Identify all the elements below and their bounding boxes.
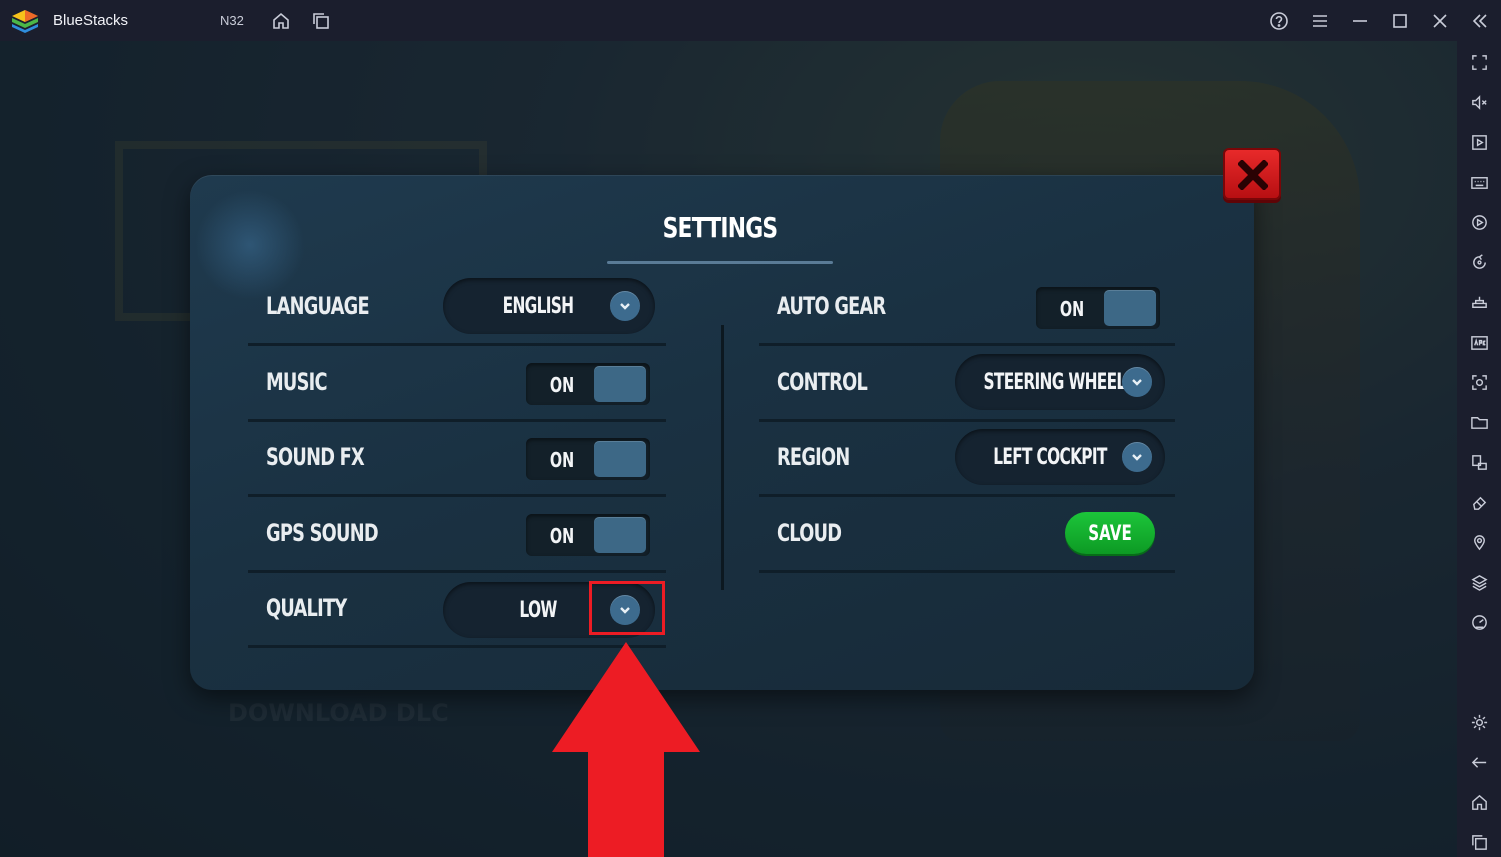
keyboard-icon[interactable] bbox=[1468, 171, 1490, 193]
speed-icon[interactable] bbox=[1468, 611, 1490, 633]
volume-mute-icon[interactable] bbox=[1468, 91, 1490, 113]
auto-gear-toggle[interactable]: ON bbox=[1036, 287, 1160, 329]
settings-row-sound-fx: SOUND FX ON bbox=[248, 421, 666, 497]
control-value: STEERING WHEEL bbox=[983, 370, 1127, 395]
save-button-label: SAVE bbox=[1088, 521, 1132, 545]
settings-row-language: LANGUAGE ENGLISH bbox=[248, 270, 666, 346]
macro-icon[interactable] bbox=[1468, 211, 1490, 233]
collapse-sidebar-icon[interactable] bbox=[1469, 10, 1491, 32]
chevron-down-icon[interactable] bbox=[1122, 442, 1152, 472]
settings-close-button[interactable] bbox=[1223, 148, 1281, 200]
column-divider bbox=[721, 325, 724, 590]
location-icon[interactable] bbox=[1468, 531, 1490, 553]
toggle-knob bbox=[594, 366, 646, 402]
multi-instance-icon[interactable] bbox=[310, 10, 332, 32]
settings-row-music: MUSIC ON bbox=[248, 346, 666, 422]
annotation-arrow-icon bbox=[552, 642, 700, 857]
sound-fx-toggle-state: ON bbox=[549, 448, 575, 472]
settings-row-control: CONTROL STEERING WHEEL bbox=[759, 346, 1175, 422]
region-label: REGION bbox=[777, 443, 850, 471]
apk-icon[interactable] bbox=[1468, 331, 1490, 353]
folder-icon[interactable] bbox=[1468, 411, 1490, 433]
settings-row-auto-gear: AUTO GEAR ON bbox=[759, 270, 1175, 346]
cloud-label: CLOUD bbox=[777, 519, 842, 547]
control-dropdown[interactable]: STEERING WHEEL bbox=[955, 354, 1165, 410]
language-label: LANGUAGE bbox=[266, 292, 370, 320]
toggle-knob bbox=[594, 517, 646, 553]
settings-row-cloud: CLOUD SAVE bbox=[759, 497, 1175, 573]
settings-icon[interactable] bbox=[1468, 711, 1490, 733]
music-toggle-state: ON bbox=[549, 373, 575, 397]
help-icon[interactable] bbox=[1268, 10, 1290, 32]
close-icon[interactable] bbox=[1429, 10, 1451, 32]
settings-row-gps-sound: GPS SOUND ON bbox=[248, 497, 666, 573]
gps-sound-label: GPS SOUND bbox=[266, 519, 379, 547]
settings-title: SETTINGS bbox=[662, 211, 779, 244]
quality-value: LOW bbox=[519, 598, 557, 623]
chevron-down-icon[interactable] bbox=[1122, 367, 1152, 397]
music-toggle[interactable]: ON bbox=[526, 363, 650, 405]
music-label: MUSIC bbox=[266, 368, 328, 396]
toggle-knob bbox=[594, 441, 646, 477]
minimize-icon[interactable] bbox=[1349, 10, 1371, 32]
row-divider bbox=[759, 570, 1175, 573]
back-icon[interactable] bbox=[1468, 751, 1490, 773]
gamepad-icon[interactable] bbox=[1468, 291, 1490, 313]
rotate-icon[interactable] bbox=[1468, 251, 1490, 273]
media-icon[interactable] bbox=[1468, 131, 1490, 153]
menu-icon[interactable] bbox=[1309, 10, 1331, 32]
region-value: LEFT COCKPIT bbox=[993, 445, 1107, 470]
multi-window-icon[interactable] bbox=[1468, 451, 1490, 473]
region-dropdown[interactable]: LEFT COCKPIT bbox=[955, 429, 1165, 485]
layers-icon[interactable] bbox=[1468, 571, 1490, 593]
maximize-icon[interactable] bbox=[1389, 10, 1411, 32]
screenshot-icon[interactable] bbox=[1468, 371, 1490, 393]
cloud-save-button[interactable]: SAVE bbox=[1065, 512, 1155, 554]
settings-row-region: REGION LEFT COCKPIT bbox=[759, 421, 1175, 497]
fullscreen-icon[interactable] bbox=[1468, 51, 1490, 73]
chevron-down-icon[interactable] bbox=[610, 291, 640, 321]
right-sidebar bbox=[1457, 41, 1501, 857]
recent-apps-icon[interactable] bbox=[1468, 831, 1490, 853]
instance-name: N32 bbox=[220, 13, 244, 28]
title-underline bbox=[607, 261, 833, 264]
annotation-highlight-box bbox=[589, 581, 665, 635]
app-title: BlueStacks bbox=[53, 12, 129, 29]
language-dropdown[interactable]: ENGLISH bbox=[443, 278, 655, 334]
toggle-knob bbox=[1104, 290, 1156, 326]
language-value: ENGLISH bbox=[502, 294, 574, 319]
close-x-icon bbox=[1238, 160, 1268, 190]
home-icon[interactable] bbox=[270, 10, 292, 32]
control-label: CONTROL bbox=[777, 368, 868, 396]
settings-panel: SETTINGS LANGUAGE ENGLISH MUSIC ON SOUND… bbox=[190, 175, 1254, 690]
android-home-icon[interactable] bbox=[1468, 791, 1490, 813]
quality-label: QUALITY bbox=[266, 594, 347, 622]
sound-fx-toggle[interactable]: ON bbox=[526, 438, 650, 480]
gps-sound-toggle-state: ON bbox=[549, 524, 575, 548]
bluestacks-logo bbox=[12, 10, 38, 33]
title-bar: BlueStacks N32 bbox=[0, 0, 1501, 41]
eraser-icon[interactable] bbox=[1468, 491, 1490, 513]
sound-fx-label: SOUND FX bbox=[266, 443, 365, 471]
gps-sound-toggle[interactable]: ON bbox=[526, 514, 650, 556]
auto-gear-label: AUTO GEAR bbox=[777, 292, 886, 320]
auto-gear-toggle-state: ON bbox=[1059, 297, 1085, 321]
